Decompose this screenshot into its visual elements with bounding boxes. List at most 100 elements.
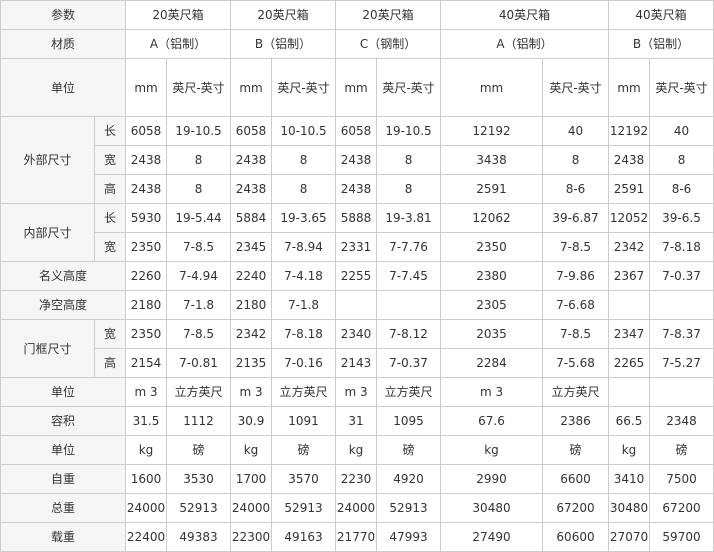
table-row-int-length: 内部尺寸长 5930 19-5.44 5884 19-3.65 5888 19-3.81 12… [0, 203, 714, 262]
table-cell: 磅 [166, 435, 232, 465]
table-row-unit-1: 单位 mm 英尺-英寸 mm 英尺-英寸 mm 英尺-英寸 mm 英尺-英寸 mm 英尺-英寸 [0, 58, 714, 117]
row-label-cell: 名义高度 [0, 261, 127, 291]
table-cell: 2438 [125, 145, 168, 175]
table-cell: 40英尺箱 [440, 0, 610, 30]
row-label-cell: 长 [93, 116, 127, 146]
table-cell: 8 [271, 145, 337, 175]
table-cell: 英尺-英寸 [649, 58, 714, 117]
table-cell: 1095 [376, 406, 442, 436]
table-cell: 47993 [376, 522, 442, 552]
table-cell: 8 [376, 174, 442, 204]
row-label-cell: 门框尺寸 [0, 319, 95, 378]
table-cell: 66.5 [608, 406, 651, 436]
table-cell: mm [608, 58, 651, 117]
table-cell: 英尺-英寸 [271, 58, 337, 117]
table-cell: 2260 [125, 261, 168, 291]
table-cell: 31 [335, 406, 378, 436]
table-cell: m 3 [335, 377, 378, 407]
table-cell: B（铝制） [608, 29, 714, 59]
row-label-cell: 宽 [93, 145, 127, 175]
table-cell: 7-5.68 [542, 348, 610, 378]
table-cell: kg [230, 435, 273, 465]
table-cell: 24000 [230, 493, 273, 523]
row-label-cell: 总重 [0, 493, 127, 523]
table-cell: 7-4.18 [271, 261, 337, 291]
table-cell: 7-8.18 [649, 232, 714, 262]
table-cell: 30.9 [230, 406, 273, 436]
row-label-cell: 净空高度 [0, 290, 127, 320]
table-row-unit-2: 单位 m 3 立方英尺 m 3 立方英尺 m 3 立方英尺 m 3 立方英尺 [0, 377, 714, 407]
table-cell: 7-8.5 [166, 319, 232, 349]
row-label-cell: 宽 [93, 319, 127, 349]
table-cell: 磅 [271, 435, 337, 465]
table-cell: 12052 [608, 203, 651, 233]
table-row-ext-width: 宽 2438 8 2438 8 2438 8 3438 8 2438 8 [1, 145, 714, 175]
table-cell: 2305 [440, 290, 544, 320]
table-cell: 22400 [125, 522, 168, 552]
table-cell: 21770 [335, 522, 378, 552]
table-cell: kg [125, 435, 168, 465]
table-cell: 22300 [230, 522, 273, 552]
table-cell: 6058 [335, 116, 378, 146]
table-cell: 7-4.94 [166, 261, 232, 291]
table-cell: 67.6 [440, 406, 544, 436]
table-cell [335, 290, 378, 320]
table-cell: 19-10.5 [166, 116, 232, 146]
table-cell: 2143 [335, 348, 378, 378]
table-cell: 49163 [271, 522, 337, 552]
table-cell: 30480 [608, 493, 651, 523]
table-cell: 12192 [608, 116, 651, 146]
row-label-cell: 容积 [0, 406, 127, 436]
table-cell: 7-7.76 [376, 232, 442, 262]
row-label-cell: 高 [93, 348, 127, 378]
table-cell: 20英尺箱 [230, 0, 337, 30]
table-cell: m 3 [125, 377, 168, 407]
table-cell: 19-3.65 [271, 203, 337, 233]
table-cell: 英尺-英寸 [376, 58, 442, 117]
table-cell: 1700 [230, 464, 273, 494]
table-row-unit-3: 单位 kg 磅 kg 磅 kg 磅 kg 磅 kg 磅 [0, 435, 714, 465]
table-cell: 2135 [230, 348, 273, 378]
table-cell: A（铝制） [440, 29, 610, 59]
table-row-door-height: 高 2154 7-0.81 2135 7-0.16 2143 7-0.37 2284 7-5.6… [1, 348, 714, 378]
table-cell: mm [440, 58, 544, 117]
table-cell [608, 290, 651, 320]
table-cell: 8 [376, 145, 442, 175]
table-cell: 2035 [440, 319, 544, 349]
table-cell: kg [608, 435, 651, 465]
table-cell: 30480 [440, 493, 544, 523]
table-cell: 24000 [335, 493, 378, 523]
table-cell: 2342 [230, 319, 273, 349]
table-cell: 7-1.8 [166, 290, 232, 320]
table-cell: 52913 [166, 493, 232, 523]
table-cell: 2386 [542, 406, 610, 436]
table-cell: m 3 [440, 377, 544, 407]
table-cell: 2348 [649, 406, 714, 436]
table-cell: 10-10.5 [271, 116, 337, 146]
table-row-nominal-height: 名义高度 2260 7-4.94 2240 7-4.18 2255 7-7.45 2380 7-… [0, 261, 714, 291]
table-row-param: 参数 20英尺箱 20英尺箱 20英尺箱 40英尺箱 40英尺箱 [0, 0, 714, 30]
table-cell: 5888 [335, 203, 378, 233]
table-cell: 8 [166, 145, 232, 175]
table-cell: 3570 [271, 464, 337, 494]
table-row-clear-height: 净空高度 2180 7-1.8 2180 7-1.8 2305 7-6.68 [0, 290, 714, 320]
table-cell: 19-10.5 [376, 116, 442, 146]
row-label-cell: 长 [93, 203, 127, 233]
table-cell [649, 377, 714, 407]
table-cell: 52913 [271, 493, 337, 523]
table-cell: 7-5.27 [649, 348, 714, 378]
table-cell: 40英尺箱 [608, 0, 714, 30]
table-cell: 8 [166, 174, 232, 204]
table-cell: 磅 [376, 435, 442, 465]
table-cell: 67200 [542, 493, 610, 523]
table-cell: 27070 [608, 522, 651, 552]
row-label-cell: 单位 [0, 58, 127, 117]
row-label-cell: 高 [93, 174, 127, 204]
table-cell: 7-6.68 [542, 290, 610, 320]
table-cell: 7-0.37 [376, 348, 442, 378]
table-cell: 磅 [649, 435, 714, 465]
table-row-ext-length: 外部尺寸长 6058 19-10.5 6058 10-10.5 6058 19-10.5 12… [0, 116, 714, 204]
table-cell: 8-6 [649, 174, 714, 204]
table-cell: 2240 [230, 261, 273, 291]
table-cell: 2438 [335, 145, 378, 175]
